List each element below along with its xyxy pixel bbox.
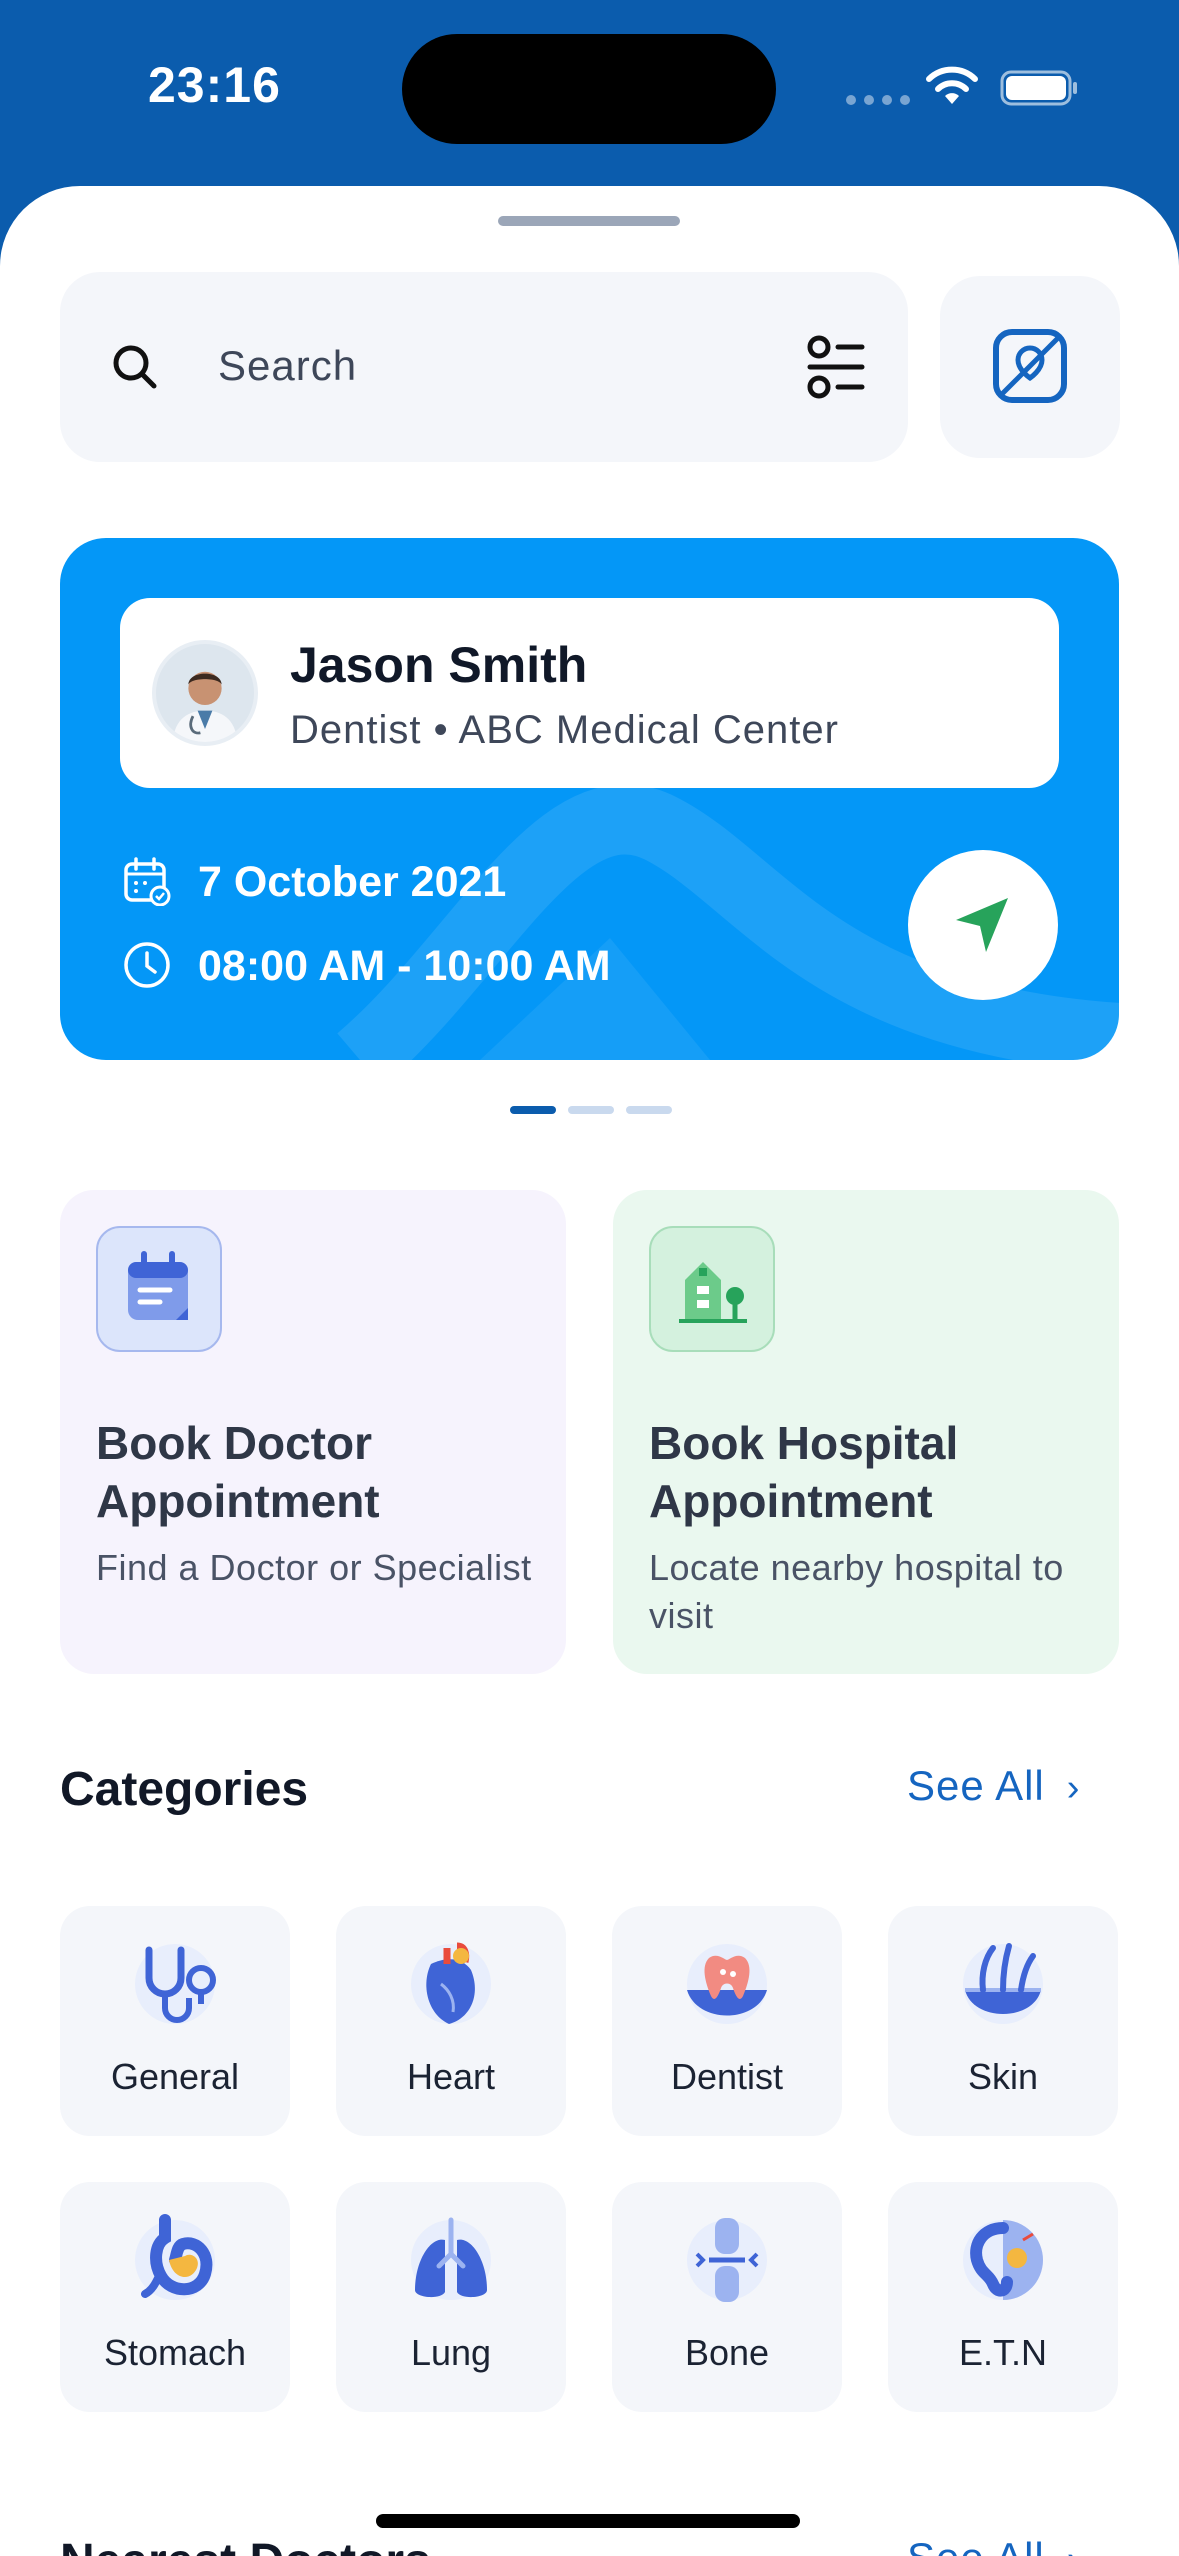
carousel-dot-2[interactable] <box>568 1106 614 1114</box>
doctor-avatar <box>152 640 258 746</box>
doctor-info[interactable]: Jason Smith Dentist • ABC Medical Center <box>120 598 1059 788</box>
categories-grid: General Heart Dentist Skin Stomach Lung … <box>60 1906 1119 2416</box>
ear-icon <box>963 2220 1043 2300</box>
lung-icon <box>411 2217 491 2300</box>
stomach-icon <box>135 2214 215 2300</box>
skin-icon <box>963 1943 1043 2024</box>
category-lung[interactable]: Lung <box>336 2182 566 2412</box>
search-bar[interactable]: Search <box>60 272 908 462</box>
book-hospital-title: Book Hospital Appointment <box>649 1417 959 1527</box>
category-label: Lung <box>410 2332 492 2373</box>
calendar-icon <box>124 857 171 906</box>
map-icon <box>993 329 1067 403</box>
carousel-dot-1[interactable] <box>510 1106 556 1114</box>
book-hospital-description: Locate nearby hospital to visit <box>649 1547 1064 1636</box>
search-input[interactable]: Search <box>218 342 357 390</box>
navigate-button[interactable] <box>908 850 1058 1000</box>
clock-icon <box>124 942 170 988</box>
nearest-doctors-see-all[interactable]: See All › <box>907 2534 1080 2556</box>
details-separator: • <box>433 708 449 752</box>
category-dentist[interactable]: Dentist <box>612 1906 842 2136</box>
doctor-specialty: Dentist <box>290 708 422 752</box>
carousel-dot-3[interactable] <box>626 1106 672 1114</box>
carousel-indicator <box>510 1106 672 1114</box>
see-all-label: See All <box>907 2534 1045 2556</box>
see-all-label: See All <box>907 1762 1045 1809</box>
clinic-name: ABC Medical Center <box>458 708 839 752</box>
hospital-building-icon <box>649 1226 775 1352</box>
category-skin[interactable]: Skin <box>888 1906 1118 2136</box>
bone-icon <box>687 2218 767 2302</box>
home-sheet: Search Jason Smith Dentist • ABC Medical… <box>0 186 1179 2556</box>
category-label: E.T.N <box>958 2332 1047 2373</box>
category-bone[interactable]: Bone <box>612 2182 842 2412</box>
category-label: Dentist <box>670 2056 784 2097</box>
home-indicator[interactable] <box>376 2514 800 2528</box>
category-heart[interactable]: Heart <box>336 1906 566 2136</box>
upcoming-appointment-card[interactable]: Jason Smith Dentist • ABC Medical Center… <box>60 538 1119 1060</box>
wifi-icon <box>926 66 978 104</box>
categories-see-all[interactable]: See All › <box>907 1762 1080 1810</box>
heart-icon <box>411 1942 491 2024</box>
battery-icon <box>1000 70 1077 106</box>
category-label: Heart <box>406 2056 496 2097</box>
search-icon <box>113 345 157 389</box>
status-time: 23:16 <box>148 57 281 113</box>
book-hospital-card[interactable]: Book Hospital Appointment Locate nearby … <box>613 1190 1119 1674</box>
stethoscope-icon <box>135 1944 216 2024</box>
send-icon <box>956 898 1008 952</box>
filter-icon[interactable] <box>804 334 868 400</box>
status-bar: 23:16 <box>0 0 1179 190</box>
nearest-doctors-title: Nearest Doctors <box>60 2534 431 2556</box>
category-label: Bone <box>684 2332 770 2373</box>
appointment-time: 08:00 AM - 10:00 AM <box>198 942 611 990</box>
tooth-icon <box>687 1944 767 2024</box>
book-doctor-card[interactable]: Book Doctor Appointment Find a Doctor or… <box>60 1190 566 1674</box>
doctor-name: Jason Smith <box>290 637 588 693</box>
calendar-note-icon <box>96 1226 222 1352</box>
category-label: Stomach <box>103 2332 247 2373</box>
cellular-signal-icon <box>846 95 910 105</box>
sheet-grabber[interactable] <box>498 216 680 226</box>
category-general[interactable]: General <box>60 1906 290 2136</box>
category-stomach[interactable]: Stomach <box>60 2182 290 2412</box>
book-doctor-description: Find a Doctor or Specialist <box>96 1547 532 1588</box>
chevron-right-icon: › <box>1067 2539 1081 2556</box>
category-etn[interactable]: E.T.N <box>888 2182 1118 2412</box>
chevron-right-icon: › <box>1066 1767 1081 1809</box>
category-label: General <box>110 2056 240 2097</box>
dynamic-island <box>402 34 776 144</box>
book-doctor-title: Book Doctor Appointment <box>96 1417 380 1527</box>
appointment-date: 7 October 2021 <box>198 858 507 906</box>
map-button[interactable] <box>940 276 1120 458</box>
categories-title: Categories <box>60 1763 309 1816</box>
category-label: Skin <box>967 2056 1039 2097</box>
doctor-details: Dentist • ABC Medical Center <box>290 708 839 753</box>
